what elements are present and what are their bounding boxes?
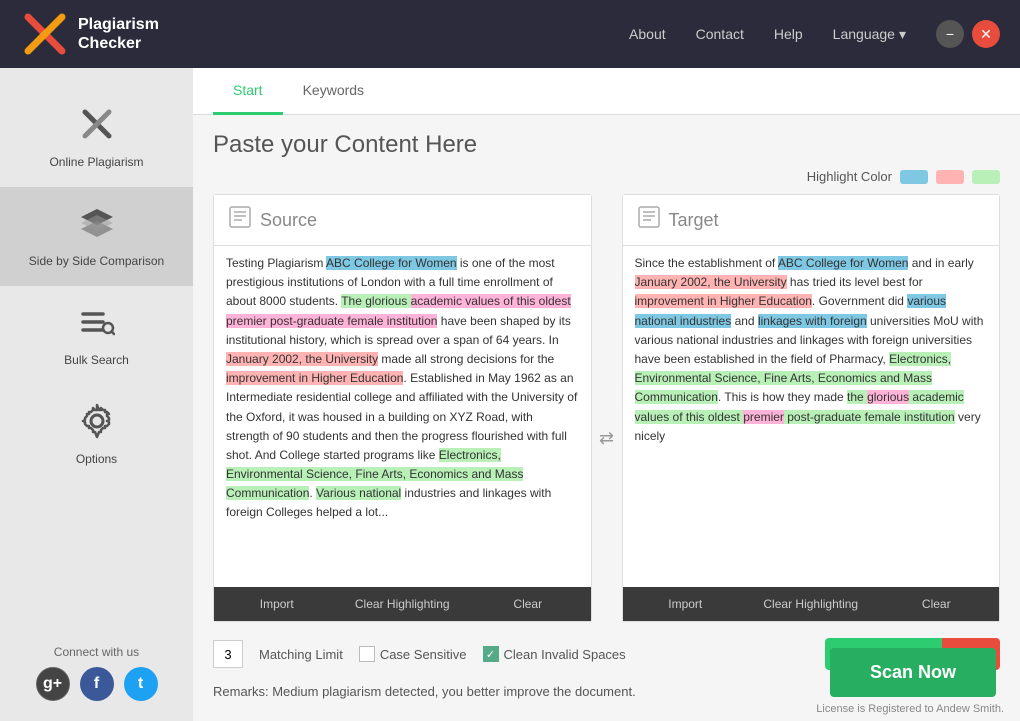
source-panel-header: Source: [214, 195, 591, 246]
case-sensitive-label: Case Sensitive: [380, 647, 467, 662]
sidebar-item-options-label: Options: [76, 452, 117, 466]
source-panel-footer: Import Clear Highlighting Clear: [214, 587, 591, 621]
sidebar-item-online-plagiarism[interactable]: Online Plagiarism: [0, 88, 193, 187]
page-title: Paste your Content Here: [213, 131, 1000, 159]
sidebar-item-bulk-search-label: Bulk Search: [64, 353, 129, 367]
nav-links: About Contact Help Language ▾ − ✕: [629, 20, 1000, 48]
source-clear-highlighting-btn[interactable]: Clear Highlighting: [340, 587, 466, 621]
target-panel-footer: Import Clear Highlighting Clear: [623, 587, 1000, 621]
layers-icon: [79, 205, 115, 248]
source-title: Source: [260, 210, 317, 231]
social-links: g+ f t: [0, 667, 193, 701]
nav-help[interactable]: Help: [774, 26, 803, 42]
highlight-color-green[interactable]: [972, 170, 1000, 184]
nav-contact[interactable]: Contact: [696, 26, 744, 42]
gear-icon: [79, 403, 115, 446]
clean-invalid-spaces-checkbox[interactable]: ✓: [483, 646, 499, 662]
window-controls: − ✕: [936, 20, 1000, 48]
chevron-down-icon: ▾: [899, 26, 906, 43]
transfer-icon[interactable]: ⇄: [592, 194, 622, 622]
facebook-link[interactable]: f: [80, 667, 114, 701]
sidebar-item-bulk-search[interactable]: Bulk Search: [0, 286, 193, 385]
target-clear-btn[interactable]: Clear: [874, 587, 1000, 621]
logo-area: Plagiarism Checker: [20, 9, 159, 59]
panels-row: Source Testing Plagiarism ABC College fo…: [213, 194, 1000, 622]
source-import-btn[interactable]: Import: [214, 587, 340, 621]
close-button[interactable]: ✕: [972, 20, 1000, 48]
sidebar-item-options[interactable]: Options: [0, 385, 193, 484]
logo-icon: [20, 9, 70, 59]
matching-limit-input[interactable]: [213, 640, 243, 668]
sidebar-item-side-by-side[interactable]: Side by Side Comparison: [0, 187, 193, 286]
source-panel: Source Testing Plagiarism ABC College fo…: [213, 194, 592, 622]
source-icon: [228, 205, 252, 235]
sidebar-item-online-plagiarism-label: Online Plagiarism: [49, 155, 143, 169]
license-text: License is Registered to Andew Smith.: [816, 703, 1004, 715]
google-plus-link[interactable]: g+: [36, 667, 70, 701]
main-content: Start Keywords Paste your Content Here H…: [193, 68, 1020, 721]
highlight-bar: Highlight Color: [213, 169, 1000, 184]
sidebar: Online Plagiarism Side by Side Compariso…: [0, 68, 193, 721]
target-import-btn[interactable]: Import: [623, 587, 749, 621]
source-body[interactable]: Testing Plagiarism ABC College for Women…: [214, 246, 591, 587]
target-clear-highlighting-btn[interactable]: Clear Highlighting: [748, 587, 874, 621]
target-panel-header: Target: [623, 195, 1000, 246]
highlight-color-blue[interactable]: [900, 170, 928, 184]
bulk-search-icon: [79, 304, 115, 347]
sidebar-item-side-by-side-label: Side by Side Comparison: [29, 254, 164, 268]
target-panel: Target Since the establishment of ABC Co…: [622, 194, 1001, 622]
tab-keywords[interactable]: Keywords: [283, 68, 384, 115]
target-title: Target: [669, 210, 719, 231]
language-dropdown[interactable]: Language ▾: [833, 26, 906, 43]
content-area: Paste your Content Here Highlight Color: [193, 115, 1020, 721]
target-body[interactable]: Since the establishment of ABC College f…: [623, 246, 1000, 587]
highlight-color-red[interactable]: [936, 170, 964, 184]
logo-text: Plagiarism Checker: [78, 15, 159, 53]
case-sensitive-checkbox[interactable]: [359, 646, 375, 662]
clean-invalid-spaces-label: Clean Invalid Spaces: [504, 647, 626, 662]
tab-start[interactable]: Start: [213, 68, 283, 115]
minimize-button[interactable]: −: [936, 20, 964, 48]
tabs: Start Keywords: [193, 68, 1020, 115]
connect-label: Connect with us: [0, 645, 193, 659]
clean-invalid-spaces-wrap: ✓ Clean Invalid Spaces: [483, 646, 626, 662]
header: Plagiarism Checker About Contact Help La…: [0, 0, 1020, 68]
matching-limit-label: Matching Limit: [259, 647, 343, 662]
nav-about[interactable]: About: [629, 26, 666, 42]
target-icon: [637, 205, 661, 235]
source-clear-btn[interactable]: Clear: [465, 587, 591, 621]
case-sensitive-wrap: Case Sensitive: [359, 646, 467, 662]
twitter-link[interactable]: t: [124, 667, 158, 701]
scan-now-button[interactable]: Scan Now: [830, 648, 996, 697]
highlight-color-label: Highlight Color: [807, 169, 892, 184]
plagiarism-icon: [79, 106, 115, 149]
